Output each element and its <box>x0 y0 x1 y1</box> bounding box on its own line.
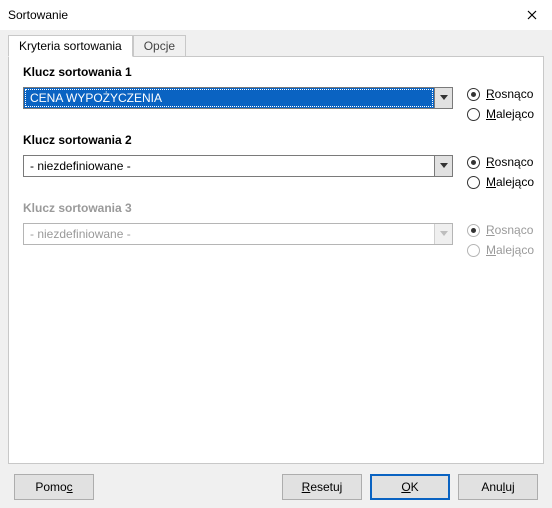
sort-key-3-asc-label: Rosnąco <box>486 223 533 237</box>
chevron-down-icon <box>440 231 448 237</box>
sort-key-2-radios: Rosnąco Malejąco <box>467 155 534 189</box>
sort-key-2-value: - niezdefiniowane - <box>24 156 434 176</box>
radio-icon <box>467 176 480 189</box>
radio-icon <box>467 244 480 257</box>
tabstrip: Kryteria sortowania Opcje <box>8 34 544 56</box>
sort-key-3-asc: Rosnąco <box>467 223 534 237</box>
sort-key-2-combo[interactable]: - niezdefiniowane - <box>23 155 453 177</box>
chevron-down-icon <box>440 163 448 169</box>
chevron-down-icon <box>440 95 448 101</box>
sort-key-2-arrow[interactable] <box>434 156 452 176</box>
sort-key-2-label: Klucz sortowania 2 <box>23 133 529 147</box>
sort-key-1-combo[interactable]: CENA WYPOŻYCZENIA <box>23 87 453 109</box>
help-button[interactable]: Pomoc <box>14 474 94 500</box>
sort-key-2-desc[interactable]: Malejąco <box>467 175 534 189</box>
sort-key-3-value: - niezdefiniowane - <box>24 224 434 244</box>
reset-button[interactable]: Resetuj <box>282 474 362 500</box>
sort-key-1-asc[interactable]: Rosnąco <box>467 87 534 101</box>
sort-key-1: Klucz sortowania 1 CENA WYPOŻYCZENIA Ros… <box>23 65 529 121</box>
sort-key-3-arrow <box>434 224 452 244</box>
sort-key-1-value: CENA WYPOŻYCZENIA <box>24 88 434 108</box>
sort-key-1-radios: Rosnąco Malejąco <box>467 87 534 121</box>
radio-icon <box>467 156 480 169</box>
ok-button[interactable]: OK <box>370 474 450 500</box>
sort-key-3-desc-label: Malejąco <box>486 243 534 257</box>
sort-key-2-desc-label: Malejąco <box>486 175 534 189</box>
sort-key-1-desc[interactable]: Malejąco <box>467 107 534 121</box>
tab-criteria[interactable]: Kryteria sortowania <box>8 35 133 57</box>
tab-options[interactable]: Opcje <box>133 35 186 57</box>
radio-icon <box>467 224 480 237</box>
sort-key-2-asc-label: Rosnąco <box>486 155 533 169</box>
sort-key-3-radios: Rosnąco Malejąco <box>467 223 534 257</box>
cancel-button[interactable]: Anuluj <box>458 474 538 500</box>
client-area: Kryteria sortowania Opcje Klucz sortowan… <box>0 30 552 508</box>
sort-key-3-combo: - niezdefiniowane - <box>23 223 453 245</box>
sort-key-2: Klucz sortowania 2 - niezdefiniowane - R… <box>23 133 529 189</box>
close-icon <box>527 10 537 20</box>
sort-key-3: Klucz sortowania 3 - niezdefiniowane - R… <box>23 201 529 257</box>
close-button[interactable] <box>512 0 552 30</box>
sort-key-1-arrow[interactable] <box>434 88 452 108</box>
tab-panel-criteria: Klucz sortowania 1 CENA WYPOŻYCZENIA Ros… <box>8 56 544 464</box>
titlebar: Sortowanie <box>0 0 552 30</box>
sort-key-2-asc[interactable]: Rosnąco <box>467 155 534 169</box>
sort-key-1-asc-label: Rosnąco <box>486 87 533 101</box>
sort-key-1-label: Klucz sortowania 1 <box>23 65 529 79</box>
button-row: Pomoc Resetuj OK Anuluj <box>8 464 544 500</box>
window-title: Sortowanie <box>8 8 68 22</box>
sort-key-1-desc-label: Malejąco <box>486 107 534 121</box>
radio-icon <box>467 108 480 121</box>
radio-icon <box>467 88 480 101</box>
sort-key-3-label: Klucz sortowania 3 <box>23 201 529 215</box>
sort-key-3-desc: Malejąco <box>467 243 534 257</box>
